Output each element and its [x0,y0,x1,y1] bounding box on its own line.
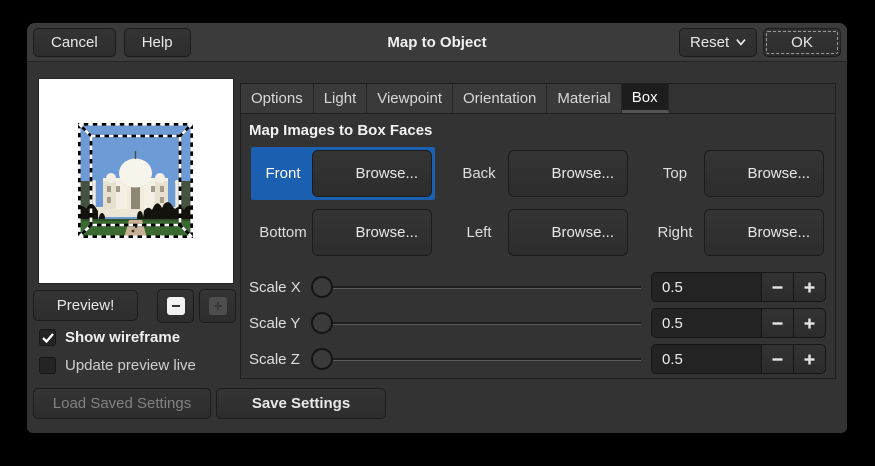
tab-orientation[interactable]: Orientation [453,84,547,113]
face-top-label: Top [646,165,704,182]
scale-x-value-input[interactable]: 0.5 [651,272,762,302]
scale-z-value-input[interactable]: 0.5 [651,344,762,374]
face-bottom: Bottom Browse... [251,206,435,259]
slider-thumb[interactable] [311,312,333,334]
dialog-header: Cancel Help Map to Object Reset OK [27,23,847,62]
plus-icon [803,353,816,366]
chevron-down-icon [736,38,746,46]
scale-x-increment-button[interactable] [794,272,826,302]
slider-track [319,286,641,288]
preview-button[interactable]: Preview! [33,290,138,321]
slider-thumb[interactable] [311,348,333,370]
scale-controls: Scale X 0.5 [249,269,827,377]
scale-z-label: Scale Z [249,351,309,368]
update-preview-checkbox-row[interactable]: Update preview live [39,357,196,374]
minus-icon [771,281,784,294]
ok-button[interactable]: OK [763,28,841,57]
tab-strip: Options Light Viewpoint Orientation Mate… [241,84,835,114]
scale-x-row: Scale X 0.5 [249,269,827,305]
minus-icon [771,317,784,330]
scale-x-label: Scale X [249,279,309,296]
zoom-in-icon [209,297,227,315]
preview-area[interactable] [38,78,234,284]
tab-light[interactable]: Light [314,84,368,113]
checkbox-unchecked-icon[interactable] [39,357,56,374]
update-preview-label: Update preview live [65,357,196,374]
face-back-label: Back [450,165,508,182]
scale-y-increment-button[interactable] [794,308,826,338]
section-title: Map Images to Box Faces [249,122,827,139]
face-back: Back Browse... [447,147,631,200]
help-button[interactable]: Help [124,28,191,57]
face-bottom-label: Bottom [254,224,312,241]
scale-y-value-input[interactable]: 0.5 [651,308,762,338]
face-bottom-browse-button[interactable]: Browse... [312,209,432,256]
face-left-label: Left [450,224,508,241]
scale-x-spinbox: 0.5 [651,272,827,302]
face-front-label: Front [254,165,312,182]
zoom-out-button[interactable] [157,289,194,323]
face-right-label: Right [646,224,704,241]
face-left-browse-button[interactable]: Browse... [508,209,628,256]
save-settings-button[interactable]: Save Settings [216,388,386,419]
tab-options[interactable]: Options [241,84,314,113]
checkbox-checked-icon[interactable] [39,329,56,346]
scale-x-slider[interactable] [311,275,641,299]
slider-thumb[interactable] [311,276,333,298]
scale-y-decrement-button[interactable] [762,308,794,338]
minus-icon [771,353,784,366]
dialog-body: Preview! Show wireframe Update preview l… [27,63,847,433]
scale-z-spinbox: 0.5 [651,344,827,374]
scale-z-row: Scale Z 0.5 [249,341,827,377]
face-back-browse-button[interactable]: Browse... [508,150,628,197]
scale-y-row: Scale Y 0.5 [249,305,827,341]
scale-x-decrement-button[interactable] [762,272,794,302]
scale-z-slider[interactable] [311,347,641,371]
reset-button-label: Reset [690,34,729,51]
load-saved-settings-button[interactable]: Load Saved Settings [33,388,211,419]
settings-notebook: Options Light Viewpoint Orientation Mate… [240,83,836,379]
preview-image [47,91,225,271]
reset-button[interactable]: Reset [679,28,757,57]
box-tab-content: Map Images to Box Faces Front Browse... … [241,114,835,377]
face-left: Left Browse... [447,206,631,259]
slider-track [319,322,641,324]
cancel-button[interactable]: Cancel [33,28,116,57]
map-to-object-dialog: Cancel Help Map to Object Reset OK [27,23,847,433]
scale-y-slider[interactable] [311,311,641,335]
show-wireframe-label: Show wireframe [65,329,180,346]
zoom-in-button[interactable] [199,289,236,323]
box-faces-grid: Front Browse... Back Browse... Top Brows… [251,147,827,259]
face-right-browse-button[interactable]: Browse... [704,209,824,256]
tab-material[interactable]: Material [547,84,621,113]
tab-viewpoint[interactable]: Viewpoint [367,84,453,113]
plus-icon [803,317,816,330]
scale-y-spinbox: 0.5 [651,308,827,338]
zoom-out-icon [167,297,185,315]
plus-icon [803,281,816,294]
face-right: Right Browse... [643,206,827,259]
face-front-browse-button[interactable]: Browse... [312,150,432,197]
scale-z-decrement-button[interactable] [762,344,794,374]
face-top: Top Browse... [643,147,827,200]
scale-z-increment-button[interactable] [794,344,826,374]
face-front: Front Browse... [251,147,435,200]
show-wireframe-checkbox-row[interactable]: Show wireframe [39,329,180,346]
slider-track [319,358,641,360]
face-top-browse-button[interactable]: Browse... [704,150,824,197]
scale-y-label: Scale Y [249,315,309,332]
taj-mahal-photo [78,123,193,238]
tab-box[interactable]: Box [622,84,669,113]
